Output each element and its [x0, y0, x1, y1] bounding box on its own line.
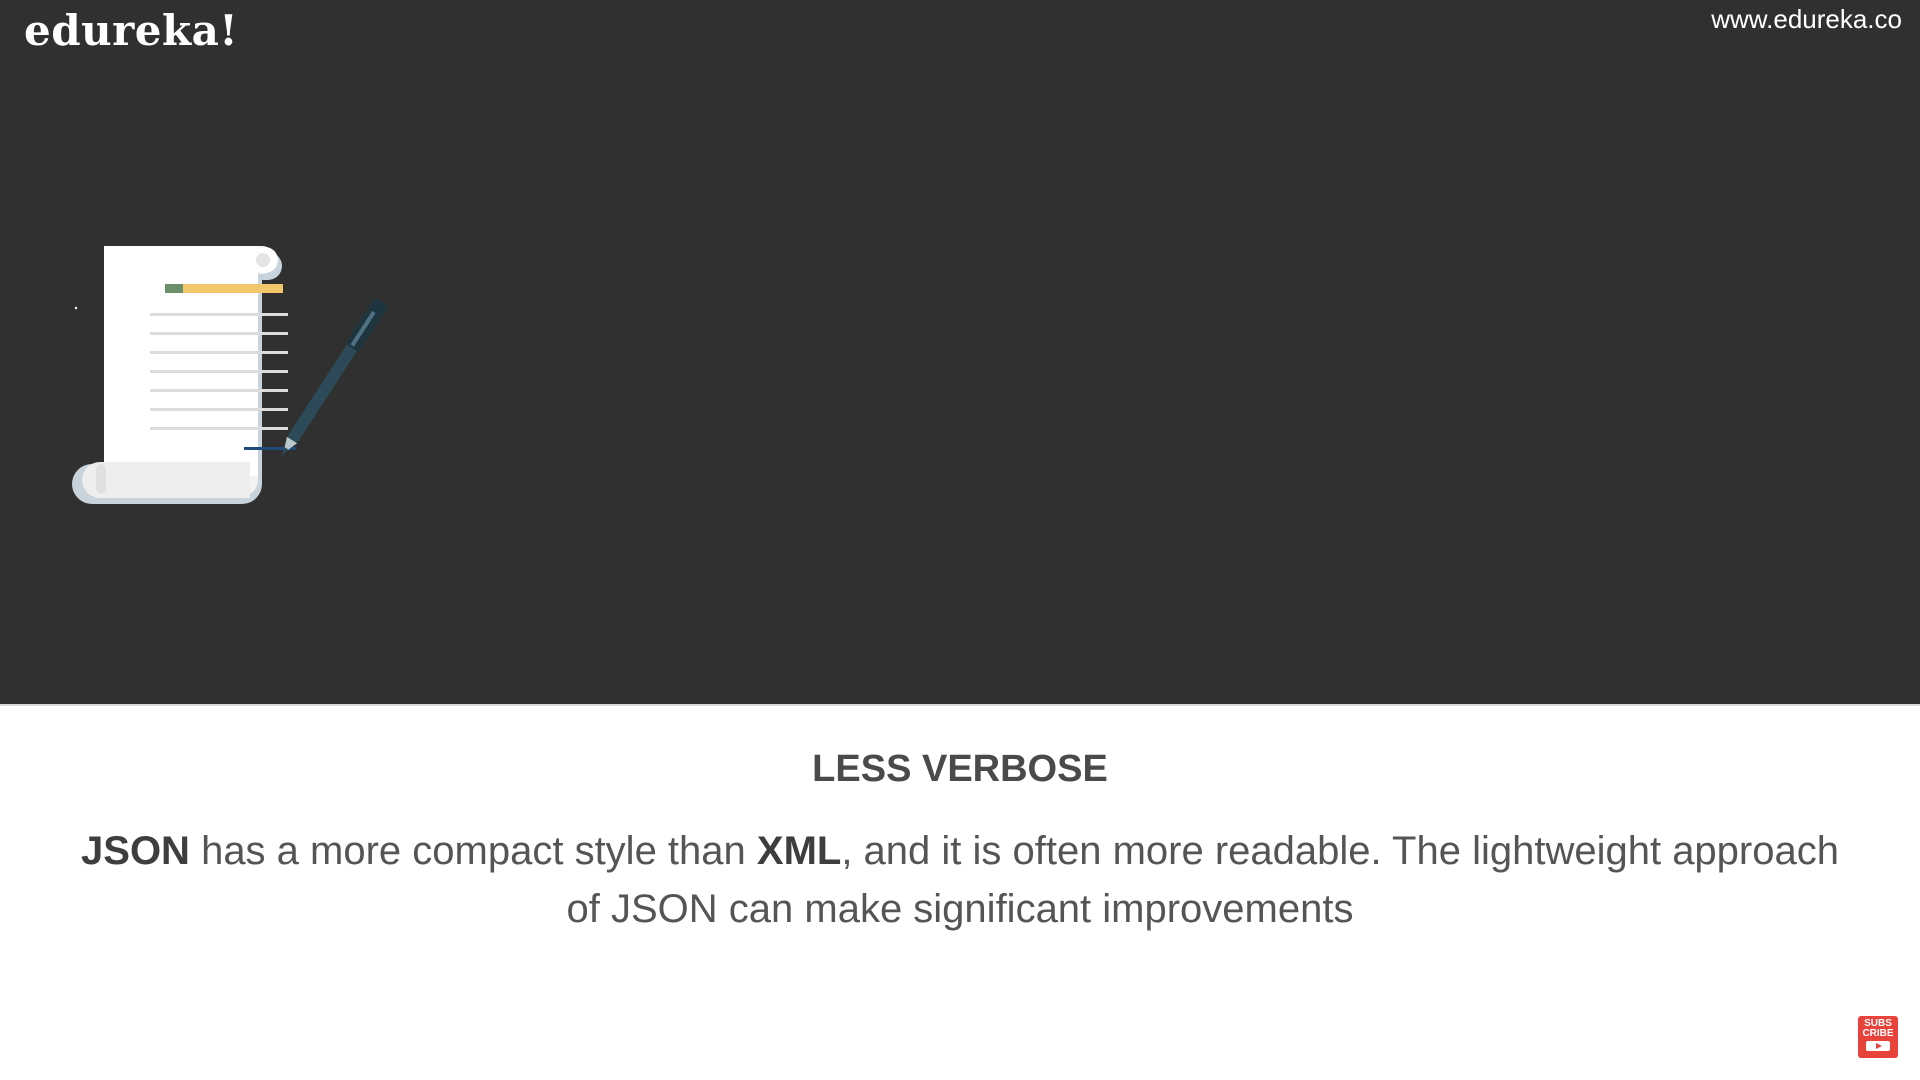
- play-icon: [1866, 1041, 1890, 1051]
- edureka-logo: edureka!: [24, 6, 239, 55]
- body-text-json: JSON: [81, 829, 190, 873]
- body-text: JSON has a more compact style than XML, …: [80, 822, 1840, 938]
- section-heading: LESS VERBOSE: [812, 748, 1108, 790]
- document-with-pen-icon: [72, 246, 388, 504]
- divider: [0, 704, 1920, 706]
- site-url: www.edureka.co: [1711, 4, 1902, 34]
- body-text-segment: has a more compact style than: [189, 829, 757, 873]
- body-text-xml: XML: [756, 829, 842, 873]
- slide: edureka! www.edureka.co LESS VERBOSE JSO…: [0, 0, 1920, 1080]
- subscribe-button[interactable]: SUBS CRIBE: [1858, 1016, 1898, 1058]
- subscribe-label-line2: CRIBE: [1862, 1028, 1894, 1039]
- dark-panel: edureka! www.edureka.co: [0, 0, 1920, 704]
